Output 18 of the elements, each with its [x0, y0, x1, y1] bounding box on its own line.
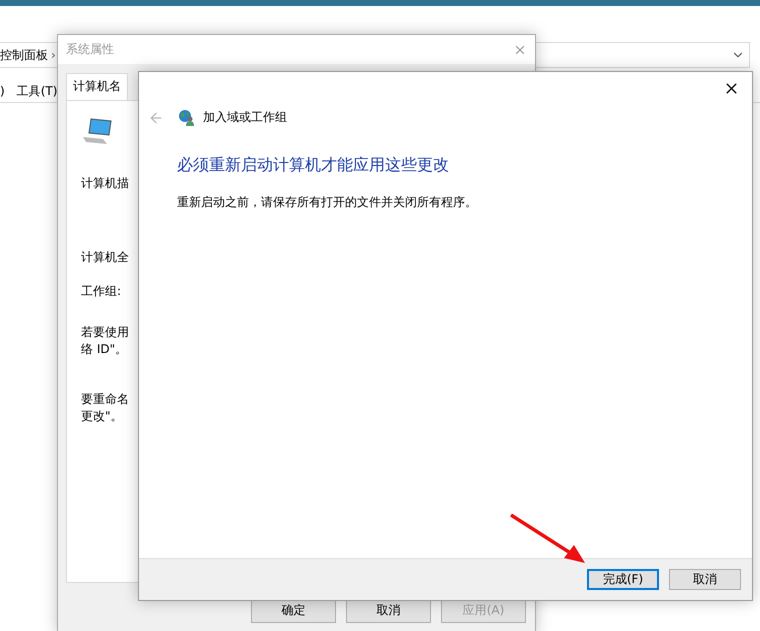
breadcrumb-separator: ›	[51, 48, 56, 62]
message-text: 重新启动之前，请保存所有打开的文件并关闭所有程序。	[177, 194, 477, 211]
network-user-icon	[178, 109, 195, 126]
wizard-title: 加入域或工作组	[203, 109, 287, 126]
heading: 必须重新启动计算机才能应用这些更改	[177, 155, 449, 176]
wizard-button[interactable]: 取消	[669, 569, 741, 590]
description-text: 计算机全	[81, 249, 129, 266]
computer-icon	[81, 117, 113, 145]
description-text: 若要使用 络 ID"。	[81, 324, 129, 358]
window-title: 系统属性	[66, 41, 114, 58]
menu-item[interactable]: 工具(T)	[16, 82, 58, 100]
description-text: 工作组:	[81, 283, 122, 300]
menu-item[interactable]: )	[0, 84, 5, 98]
breadcrumb[interactable]: 控制面板	[0, 46, 48, 64]
description-text: 要重命名 更改"。	[81, 391, 129, 425]
tab[interactable]: 计算机名	[66, 73, 128, 100]
wizard-button[interactable]: 完成(F)	[587, 569, 659, 590]
description-text: 计算机描	[81, 175, 129, 192]
